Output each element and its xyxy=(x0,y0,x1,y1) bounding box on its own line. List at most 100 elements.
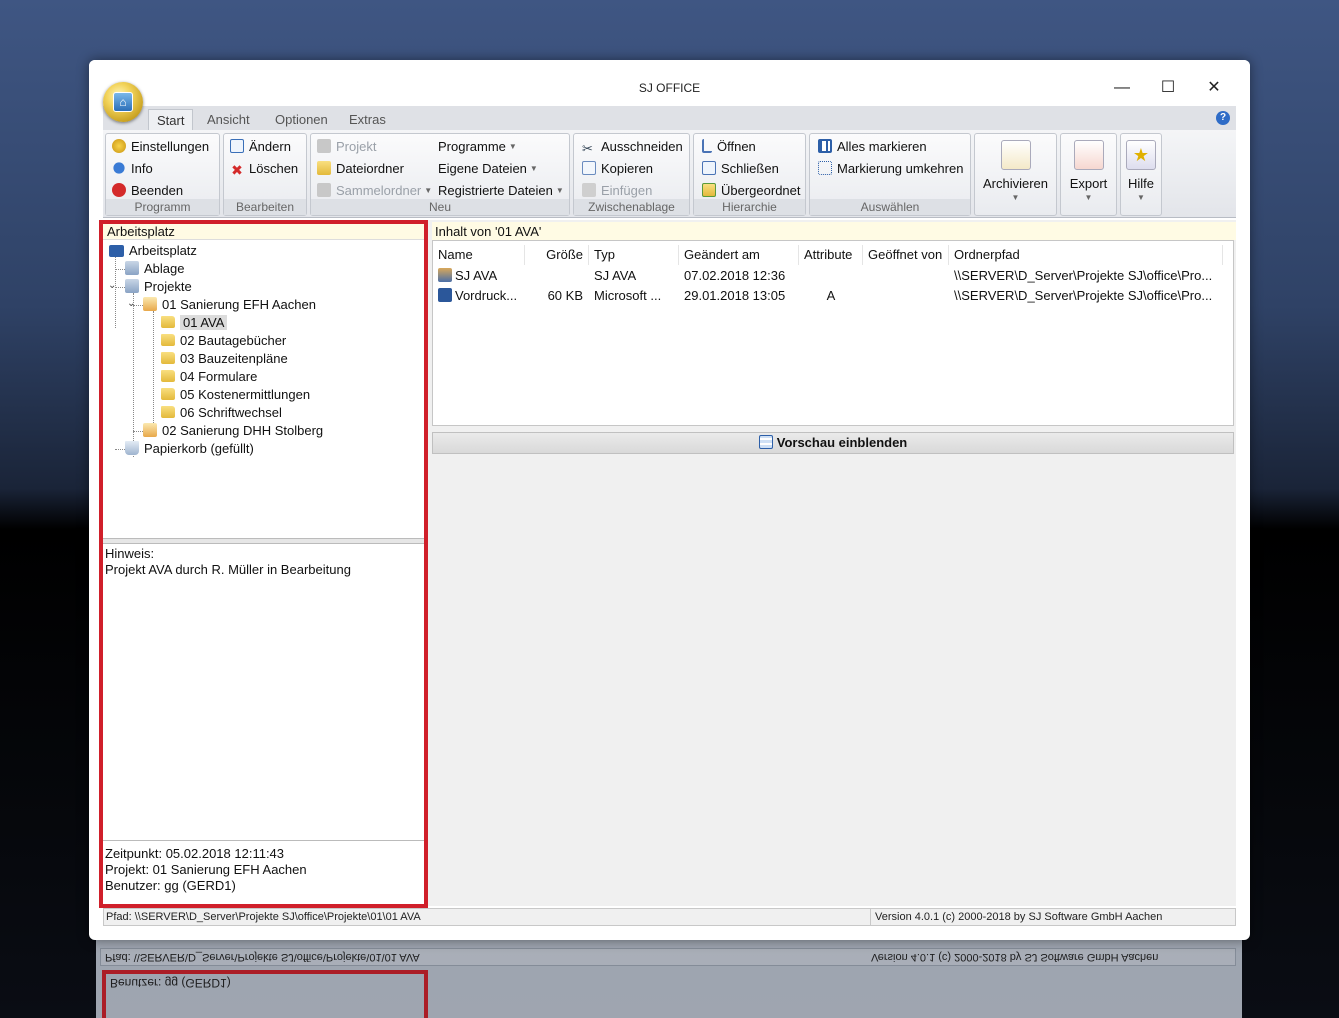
neu-dateiordner-button[interactable]: Dateiordner xyxy=(317,159,404,179)
projects-icon xyxy=(125,279,139,293)
left-panel: Arbeitsplatz Arbeitsplatz Ablage ⌄ Proje… xyxy=(103,220,428,906)
markierung-umkehren-button[interactable]: Markierung umkehren xyxy=(818,159,963,179)
project-icon xyxy=(317,139,331,153)
preview-toggle-button[interactable]: Vorschau einblenden xyxy=(432,432,1234,454)
chevron-down-icon[interactable]: ⌄ xyxy=(108,280,116,291)
row-geaendert: 29.01.2018 13:05 xyxy=(684,288,786,303)
loeschen-button[interactable]: ✖ Löschen xyxy=(230,159,298,179)
house-project-icon xyxy=(143,423,157,437)
chevron-down-icon: ▼ xyxy=(508,142,517,151)
row-ordnerpfad: \\SERVER\D_Server\Projekte SJ\office\Pro… xyxy=(954,288,1213,303)
kopieren-button[interactable]: Kopieren xyxy=(582,159,653,179)
row-name: Vordruck... xyxy=(438,287,524,305)
tree-node-schriftwechsel[interactable]: 06 Schriftwechsel xyxy=(161,404,282,422)
recycle-bin-icon xyxy=(125,441,139,455)
tree-node-projekte[interactable]: Projekte xyxy=(125,278,192,296)
group-label: Neu xyxy=(311,199,569,215)
storage-icon xyxy=(125,261,139,275)
home-icon: ⌂ xyxy=(113,92,133,112)
programme-dropdown[interactable]: Programme ▼ xyxy=(438,137,517,157)
tab-optionen[interactable]: Optionen xyxy=(267,109,336,130)
eigene-dateien-dropdown[interactable]: Eigene Dateien ▼ xyxy=(438,159,538,179)
tree-node-formulare[interactable]: 04 Formulare xyxy=(161,368,257,386)
schliessen-button[interactable]: Schließen xyxy=(702,159,779,179)
oeffnen-button[interactable]: Öffnen xyxy=(702,137,756,157)
group-label: Zwischenablage xyxy=(574,199,689,215)
neu-sammelordner-button[interactable]: Sammelordner ▼ xyxy=(317,181,432,201)
group-hierarchie: Öffnen Schließen Übergeordnet Hierarchie xyxy=(693,133,806,216)
alles-markieren-button[interactable]: Alles markieren xyxy=(818,137,927,157)
chevron-down-icon[interactable]: ⌄ xyxy=(127,298,135,309)
hint-box: Hinweis: Projekt AVA durch R. Müller in … xyxy=(105,546,351,578)
ausschneiden-button[interactable]: ✂ Ausschneiden xyxy=(582,137,683,157)
content-header: Inhalt von '01 AVA' xyxy=(432,222,1236,240)
info-benutzer: Benutzer: gg (GERD1) xyxy=(105,878,236,893)
tree-node-papierkorb[interactable]: Papierkorb (gefüllt) xyxy=(125,440,254,458)
tree-node-projekt-efh-aachen[interactable]: 01 Sanierung EFH Aachen xyxy=(143,296,316,314)
chevron-down-icon: ▼ xyxy=(555,186,564,195)
tree-node-kostenermittlungen[interactable]: 05 Kostenermittlungen xyxy=(161,386,310,404)
info-zeitpunkt: Zeitpunkt: 05.02.2018 12:11:43 xyxy=(105,846,285,861)
reflection-path: Pfad: \\SERVER\D_Server\Projekte SJ\offi… xyxy=(105,951,420,963)
right-panel: Inhalt von '01 AVA' Name Größe Typ Geänd… xyxy=(432,220,1236,906)
ribbon-tabs: Start Ansicht Optionen Extras ? xyxy=(103,106,1236,130)
reflection-info: Benutzer: gg (GERD1) xyxy=(102,970,428,1018)
registrierte-dateien-dropdown[interactable]: Registrierte Dateien ▼ xyxy=(438,181,564,201)
column-name[interactable]: Name xyxy=(433,245,525,265)
folder-tree: Arbeitsplatz Ablage ⌄ Projekte ⌄ 01 Sani… xyxy=(103,242,428,537)
maximize-button[interactable]: ☐ xyxy=(1145,74,1191,102)
application-menu-button[interactable]: ⌂ xyxy=(103,82,143,122)
help-icon[interactable]: ? xyxy=(1216,111,1230,125)
info-button[interactable]: Info xyxy=(112,159,153,179)
info-box: Zeitpunkt: 05.02.2018 12:11:43 Projekt: … xyxy=(105,846,307,894)
group-zwischenablage: ✂ Ausschneiden Kopieren Einfügen Zwischen… xyxy=(573,133,690,216)
tree-node-ablage[interactable]: Ablage xyxy=(125,260,184,278)
einfuegen-button[interactable]: Einfügen xyxy=(582,181,652,201)
collection-folder-icon xyxy=(317,183,331,197)
einstellungen-button[interactable]: Einstellungen xyxy=(112,137,209,157)
tree-expand-icon xyxy=(702,139,712,153)
tree-node-01-ava[interactable]: 01 AVA xyxy=(161,314,228,332)
group-label: Programm xyxy=(106,199,219,215)
tab-ansicht[interactable]: Ansicht xyxy=(199,109,258,130)
info-projekt: Projekt: 01 Sanierung EFH Aachen xyxy=(105,862,307,877)
export-button[interactable]: Export ▼ xyxy=(1060,133,1117,216)
tab-extras[interactable]: Extras xyxy=(341,109,394,130)
group-programm: Einstellungen Info Beenden Programm xyxy=(105,133,220,216)
column-geaendert[interactable]: Geändert am xyxy=(679,245,799,265)
tree-node-bautagebuecher[interactable]: 02 Bautagebücher xyxy=(161,332,286,350)
hilfe-button[interactable]: ★ Hilfe ▼ xyxy=(1120,133,1162,216)
column-typ[interactable]: Typ xyxy=(589,245,679,265)
column-groesse[interactable]: Größe xyxy=(525,245,589,265)
group-label: Hierarchie xyxy=(694,199,805,215)
neu-projekt-button[interactable]: Projekt xyxy=(317,137,376,157)
folder-icon xyxy=(161,316,175,328)
minimize-button[interactable]: — xyxy=(1099,74,1145,102)
copy-icon xyxy=(582,161,596,175)
column-geoeffnet-von[interactable]: Geöffnet von xyxy=(863,245,949,265)
column-ordnerpfad[interactable]: Ordnerpfad xyxy=(949,245,1223,265)
chevron-down-icon: ▼ xyxy=(1084,193,1093,202)
panel-splitter[interactable] xyxy=(103,538,428,544)
hint-title: Hinweis: xyxy=(105,546,155,561)
archivieren-button[interactable]: Archivieren ▼ xyxy=(974,133,1057,216)
row-ordnerpfad: \\SERVER\D_Server\Projekte SJ\office\Pro… xyxy=(954,268,1213,283)
reflection-statusbar: Pfad: \\SERVER\D_Server\Projekte SJ\offi… xyxy=(100,948,1236,966)
group-neu: Projekt Dateiordner Sammelordner ▼ Progra… xyxy=(310,133,570,216)
folder-icon xyxy=(161,334,175,346)
archive-icon xyxy=(1000,140,1031,170)
file-list: Name Größe Typ Geändert am Attribute Geö… xyxy=(432,240,1234,426)
beenden-button[interactable]: Beenden xyxy=(112,181,183,201)
tab-start[interactable]: Start xyxy=(148,109,194,130)
main-content: Arbeitsplatz Arbeitsplatz Ablage ⌄ Proje… xyxy=(99,220,1236,908)
column-attribute[interactable]: Attribute xyxy=(799,245,863,265)
tree-node-arbeitsplatz[interactable]: Arbeitsplatz xyxy=(109,242,197,260)
aendern-button[interactable]: Ändern xyxy=(230,137,291,157)
group-label: Auswählen xyxy=(810,199,970,215)
row-geaendert: 07.02.2018 12:36 xyxy=(684,268,786,283)
close-button[interactable]: ✕ xyxy=(1191,74,1237,102)
tree-node-bauzeitenplaene[interactable]: 03 Bauzeitenpläne xyxy=(161,350,288,368)
uebergeordnet-button[interactable]: Übergeordnet xyxy=(702,181,801,201)
tree-node-projekt-dhh-stolberg[interactable]: 02 Sanierung DHH Stolberg xyxy=(143,422,323,440)
gear-icon xyxy=(112,139,126,153)
